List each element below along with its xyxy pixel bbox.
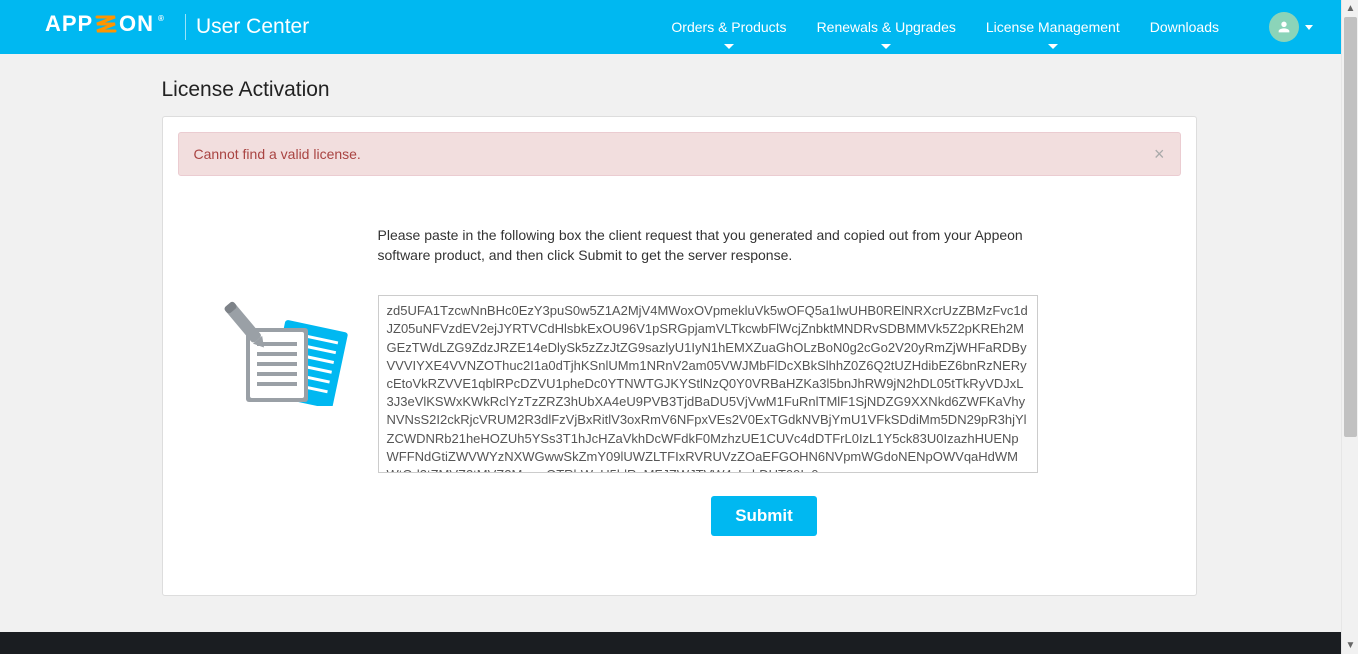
brand-divider (185, 14, 186, 40)
nav-downloads-label: Downloads (1150, 19, 1219, 35)
scroll-up-arrow-icon[interactable]: ▲ (1342, 0, 1358, 17)
nav-license-label: License Management (986, 19, 1120, 35)
svg-text:®: ® (158, 14, 165, 23)
page-footer (0, 632, 1341, 654)
submit-button[interactable]: Submit (711, 496, 817, 536)
nav-renewals-label: Renewals & Upgrades (817, 19, 956, 35)
user-icon (1276, 19, 1292, 35)
error-alert: Cannot find a valid license. × (178, 132, 1181, 176)
scroll-thumb[interactable] (1344, 17, 1357, 437)
instruction-text: Please paste in the following box the cl… (378, 226, 1028, 265)
page-title: License Activation (162, 78, 1197, 102)
main-nav: Orders & Products Renewals & Upgrades Li… (671, 1, 1313, 53)
page-scrollbar[interactable]: ▲ ▼ (1341, 0, 1358, 654)
brand-block: APP ON ® User Center (45, 11, 309, 43)
chevron-down-icon (1305, 25, 1313, 30)
alert-message: Cannot find a valid license. (194, 146, 361, 162)
content-card: Cannot find a valid license. × (162, 116, 1197, 596)
svg-text:APP: APP (45, 11, 93, 36)
appeon-logo: APP ON ® (45, 11, 175, 43)
user-menu[interactable] (1249, 12, 1313, 42)
scroll-down-arrow-icon[interactable]: ▼ (1342, 637, 1358, 654)
brand-subtitle: User Center (196, 15, 309, 39)
license-request-textarea[interactable] (378, 295, 1038, 473)
svg-text:ON: ON (119, 11, 154, 36)
user-avatar (1269, 12, 1299, 42)
nav-license-management[interactable]: License Management (986, 1, 1120, 53)
license-document-icon (208, 296, 358, 406)
page-container: License Activation Cannot find a valid l… (162, 78, 1197, 596)
nav-orders-products[interactable]: Orders & Products (671, 1, 786, 53)
content-row: Please paste in the following box the cl… (178, 226, 1181, 536)
nav-renewals-upgrades[interactable]: Renewals & Upgrades (817, 1, 956, 53)
top-navigation-bar: APP ON ® User Center Orders & Products R… (0, 0, 1358, 54)
appeon-logo-svg: APP ON ® (45, 11, 175, 37)
nav-downloads[interactable]: Downloads (1150, 1, 1219, 53)
form-column: Please paste in the following box the cl… (378, 226, 1151, 536)
alert-close-icon[interactable]: × (1154, 145, 1165, 163)
illustration-column (208, 226, 378, 536)
nav-orders-label: Orders & Products (671, 19, 786, 35)
